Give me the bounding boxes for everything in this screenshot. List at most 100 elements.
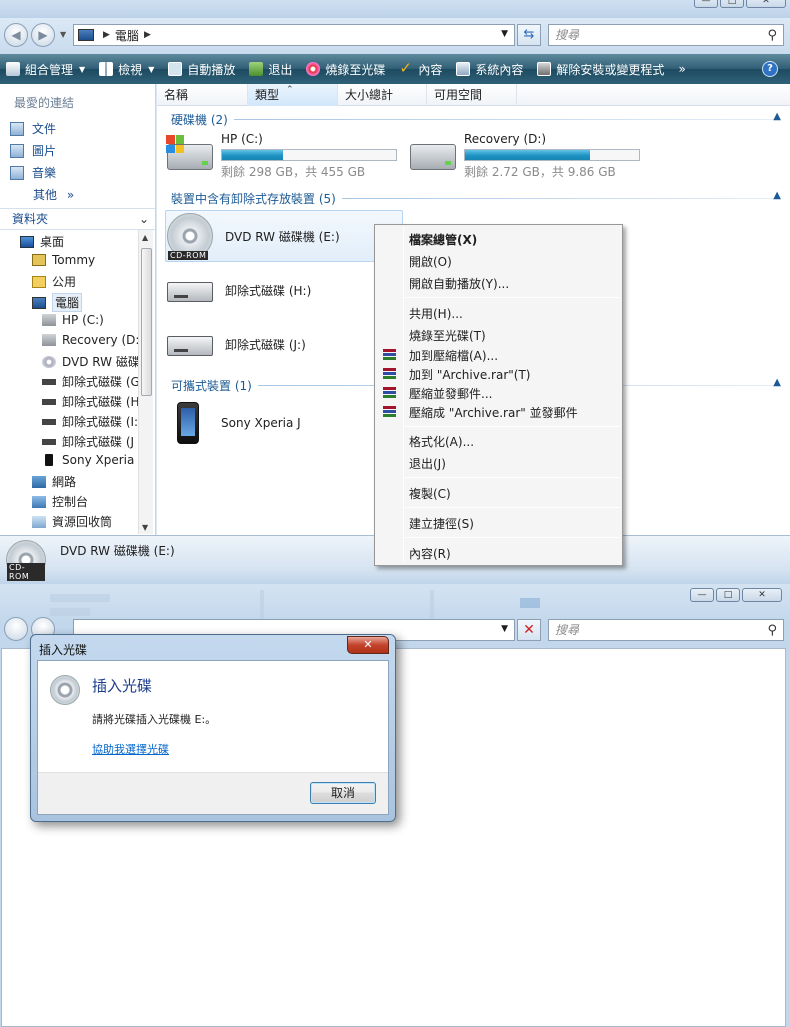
favorite-pictures[interactable]: 圖片: [10, 142, 56, 159]
drive-dvd-e[interactable]: CD-ROM DVD RW 磁碟機 (E:): [167, 213, 340, 260]
address-dropdown-icon[interactable]: ▼: [501, 624, 508, 634]
column-free-space[interactable]: 可用空間: [427, 84, 517, 106]
back-button[interactable]: ◀: [4, 23, 28, 47]
dvd-disc-icon: CD-ROM: [167, 213, 213, 260]
tree-item-recovery-d[interactable]: Recovery (D:): [42, 333, 144, 347]
network-icon: [32, 475, 46, 488]
menu-item-compress-and-email[interactable]: 壓縮並發郵件...: [409, 385, 492, 402]
drive-usage-bar: [464, 149, 640, 161]
scroll-up-icon[interactable]: ▲: [142, 233, 148, 242]
tree-item-dvd-e[interactable]: DVD RW 磁碟: [42, 353, 140, 370]
context-menu: 檔案總管(X) 開啟(O) 開啟自動播放(Y)... 共用(H)... 燒錄至光…: [374, 224, 623, 566]
breadcrumb-chevron-icon[interactable]: ▶: [144, 30, 151, 40]
column-name[interactable]: 名稱: [157, 84, 248, 106]
menu-item-properties[interactable]: 內容(R): [409, 545, 451, 562]
burn-button[interactable]: 燒錄至光碟: [306, 61, 385, 78]
eject-button[interactable]: 退出: [249, 61, 292, 78]
removable-drive-icon: [42, 438, 56, 445]
search-icon[interactable]: ⚲: [767, 621, 777, 641]
group-hard-disks[interactable]: 硬碟機 (2) ▲: [171, 111, 781, 128]
tree-item-removable-i[interactable]: 卸除式磁碟 (I:: [42, 413, 138, 430]
tree-item-removable-h[interactable]: 卸除式磁碟 (H: [42, 393, 140, 410]
menu-item-compress-rar-and-email[interactable]: 壓縮成 "Archive.rar" 並發郵件: [409, 404, 578, 421]
tree-item-removable-g[interactable]: 卸除式磁碟 (G: [42, 373, 140, 390]
help-choose-disc-link[interactable]: 協助我選擇光碟: [92, 741, 169, 757]
checkmark-icon: ✓: [399, 59, 412, 77]
system-properties-button[interactable]: 系統內容: [456, 61, 523, 78]
nav-scrollbar[interactable]: ▲ ▼: [138, 230, 153, 534]
search-input[interactable]: 搜尋 ⚲: [548, 24, 784, 46]
favorite-music[interactable]: 音樂: [10, 164, 56, 181]
back-button[interactable]: [4, 617, 28, 641]
minimize-button[interactable]: —: [694, 0, 718, 8]
tree-item-control-panel[interactable]: 控制台: [32, 493, 88, 510]
breadcrumb-computer[interactable]: 電腦: [115, 27, 139, 44]
cancel-button[interactable]: 取消: [310, 782, 376, 804]
drive-removable-h[interactable]: 卸除式磁碟 (H:): [167, 268, 311, 302]
forward-button[interactable]: ▶: [31, 23, 55, 47]
favorite-documents[interactable]: 文件: [10, 120, 56, 137]
tree-item-recycle-bin[interactable]: 資源回收筒: [32, 513, 112, 530]
tree-item-computer[interactable]: 電腦: [32, 293, 83, 312]
menu-item-add-to-archive-rar[interactable]: 加到 "Archive.rar"(T): [409, 366, 530, 383]
column-type[interactable]: 類型 ⌃: [248, 84, 338, 106]
collapse-icon[interactable]: ▲: [773, 111, 781, 122]
menu-item-copy[interactable]: 複製(C): [409, 485, 451, 502]
uninstall-button[interactable]: 解除安裝或變更程式: [537, 61, 664, 78]
menu-item-share[interactable]: 共用(H)...: [409, 305, 463, 322]
scroll-down-icon[interactable]: ▼: [142, 523, 148, 532]
drive-removable-j[interactable]: 卸除式磁碟 (J:): [167, 322, 306, 356]
menu-item-format[interactable]: 格式化(A)...: [409, 433, 474, 450]
menu-item-burn[interactable]: 燒錄至光碟(T): [409, 327, 486, 344]
menu-item-explore[interactable]: 檔案總管(X): [409, 231, 477, 248]
help-icon[interactable]: ?: [762, 61, 778, 77]
breadcrumb-chevron-icon[interactable]: ▶: [103, 30, 110, 40]
close-button[interactable]: ✕: [746, 0, 786, 8]
tree-item-network[interactable]: 網路: [32, 473, 76, 490]
autoplay-label: 自動播放: [187, 62, 236, 77]
tree-label: 資源回收筒: [52, 515, 113, 529]
search-input[interactable]: 搜尋 ⚲: [548, 619, 784, 641]
address-bar[interactable]: ▶ 電腦 ▶ ▼: [73, 24, 515, 46]
dialog-message: 請將光碟插入光碟機 E:。: [92, 713, 217, 726]
tree-item-sony-xperia[interactable]: Sony Xperia .: [42, 453, 142, 467]
maximize-button[interactable]: □: [716, 588, 740, 602]
maximize-button[interactable]: □: [720, 0, 744, 8]
folders-header[interactable]: 資料夾 ⌄: [0, 208, 155, 230]
tree-item-hp-c[interactable]: HP (C:): [42, 313, 104, 327]
history-dropdown-icon[interactable]: ▼: [60, 30, 66, 39]
tree-item-public[interactable]: 公用: [32, 273, 76, 290]
menu-item-create-shortcut[interactable]: 建立捷徑(S): [409, 515, 474, 532]
menu-item-open[interactable]: 開啟(O): [409, 253, 452, 270]
menu-item-add-to-archive[interactable]: 加到壓縮檔(A)...: [409, 347, 498, 364]
collapse-icon[interactable]: ▲: [773, 377, 781, 388]
menu-item-open-autoplay[interactable]: 開啟自動播放(Y)...: [409, 275, 509, 292]
group-removable-storage[interactable]: 裝置中含有卸除式存放裝置 (5) ▲: [171, 190, 781, 207]
scroll-thumb[interactable]: [141, 248, 152, 396]
views-button[interactable]: 檢視 ▼: [99, 61, 154, 78]
organize-button[interactable]: 組合管理 ▼: [6, 61, 85, 78]
drive-hp-c[interactable]: HP (C:) 剩餘 298 GB，共 455 GB: [166, 132, 397, 180]
tree-item-removable-j[interactable]: 卸除式磁碟 (J: [42, 433, 134, 450]
device-sony-xperia[interactable]: Sony Xperia J: [163, 402, 301, 444]
tree-item-tommy[interactable]: Tommy: [32, 253, 95, 267]
tree-item-desktop[interactable]: 桌面: [20, 233, 64, 250]
removable-drive-icon: [42, 418, 56, 425]
autoplay-button[interactable]: 自動播放: [168, 61, 235, 78]
search-icon[interactable]: ⚲: [767, 26, 777, 46]
address-dropdown-icon[interactable]: ▼: [501, 29, 508, 39]
dialog-close-button[interactable]: ✕: [347, 636, 389, 654]
more-commands-button[interactable]: »: [678, 62, 685, 76]
properties-button[interactable]: ✓ 內容: [399, 61, 442, 78]
refresh-button[interactable]: ⇆: [517, 24, 541, 46]
collapse-icon[interactable]: ▲: [773, 190, 781, 201]
close-button[interactable]: ✕: [742, 588, 782, 602]
title-bar: — □ ✕: [0, 0, 790, 18]
stop-button[interactable]: ✕: [517, 619, 541, 641]
minimize-button[interactable]: —: [690, 588, 714, 602]
column-total-size[interactable]: 大小總計: [338, 84, 427, 106]
removable-drive-icon: [167, 336, 213, 356]
menu-item-eject[interactable]: 退出(J): [409, 455, 446, 472]
favorites-more-link[interactable]: 其他 »: [33, 186, 74, 203]
drive-recovery-d[interactable]: Recovery (D:) 剩餘 2.72 GB，共 9.86 GB: [410, 132, 640, 180]
